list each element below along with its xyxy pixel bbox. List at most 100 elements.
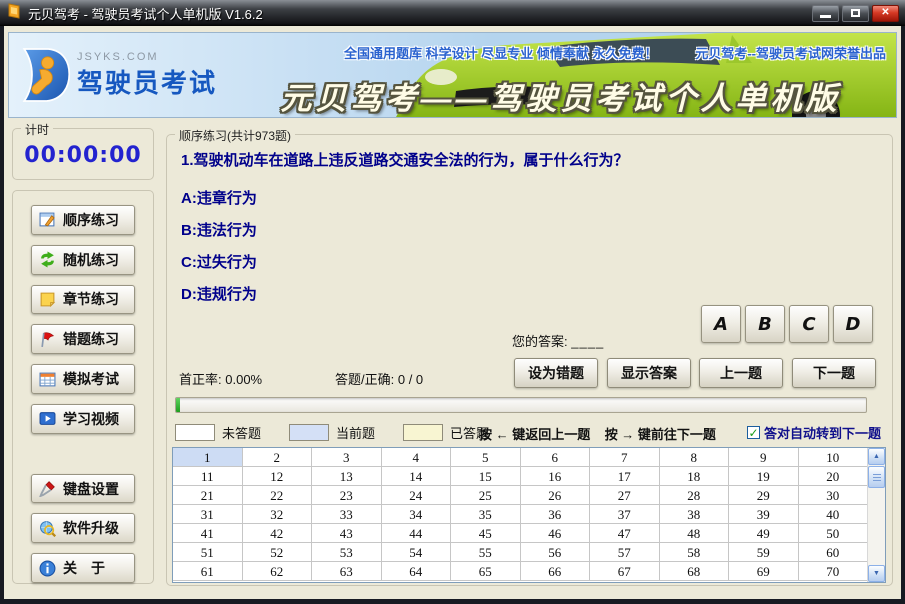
grid-cell-70[interactable]: 70 — [799, 562, 869, 581]
grid-cell-51[interactable]: 51 — [173, 543, 243, 562]
scroll-up-button[interactable]: ▲ — [868, 448, 885, 465]
grid-cell-25[interactable]: 25 — [451, 486, 521, 505]
grid-cell-49[interactable]: 49 — [729, 524, 799, 543]
grid-cell-34[interactable]: 34 — [382, 505, 452, 524]
grid-cell-17[interactable]: 17 — [590, 467, 660, 486]
grid-cell-20[interactable]: 20 — [799, 467, 869, 486]
sidebar-button-mock-exam[interactable]: 模拟考试 — [31, 364, 135, 394]
grid-cell-4[interactable]: 4 — [382, 448, 452, 467]
sidebar-button-study-videos[interactable]: 学习视频 — [31, 404, 135, 434]
sidebar-button-sequential-practice[interactable]: 顺序练习 — [31, 205, 135, 235]
grid-cell-19[interactable]: 19 — [729, 467, 799, 486]
grid-cell-45[interactable]: 45 — [451, 524, 521, 543]
grid-cell-8[interactable]: 8 — [660, 448, 730, 467]
answer-button-d[interactable]: D — [833, 305, 873, 343]
grid-cell-59[interactable]: 59 — [729, 543, 799, 562]
grid-cell-62[interactable]: 62 — [243, 562, 313, 581]
grid-cell-15[interactable]: 15 — [451, 467, 521, 486]
grid-cell-58[interactable]: 58 — [660, 543, 730, 562]
answer-button-b[interactable]: B — [745, 305, 785, 343]
grid-cell-42[interactable]: 42 — [243, 524, 313, 543]
grid-cell-1[interactable]: 1 — [173, 448, 243, 467]
grid-cell-23[interactable]: 23 — [312, 486, 382, 505]
grid-cell-66[interactable]: 66 — [521, 562, 591, 581]
scroll-down-button[interactable]: ▼ — [868, 565, 885, 582]
grid-cell-43[interactable]: 43 — [312, 524, 382, 543]
grid-cell-69[interactable]: 69 — [729, 562, 799, 581]
answer-button-a[interactable]: A — [701, 305, 741, 343]
grid-cell-63[interactable]: 63 — [312, 562, 382, 581]
status-legend: 未答题 当前题 已答题 — [175, 423, 489, 441]
grid-cell-38[interactable]: 38 — [660, 505, 730, 524]
grid-cell-65[interactable]: 65 — [451, 562, 521, 581]
grid-cell-33[interactable]: 33 — [312, 505, 382, 524]
grid-cell-41[interactable]: 41 — [173, 524, 243, 543]
auto-next-checkbox-row[interactable]: ✓ 答对自动转到下一题 — [747, 423, 881, 442]
grid-cell-68[interactable]: 68 — [660, 562, 730, 581]
sidebar-button-wrong-questions[interactable]: 错题练习 — [31, 324, 135, 354]
prev-question-button[interactable]: 上一题 — [699, 358, 783, 388]
sidebar-button-about[interactable]: 关 于 — [31, 553, 135, 583]
titlebar: 元贝驾考 - 驾驶员考试个人单机版 V1.6.2 ✕ — [0, 0, 905, 26]
grid-scrollbar[interactable]: ▲ ▼ — [867, 448, 885, 582]
grid-cell-11[interactable]: 11 — [173, 467, 243, 486]
scrollbar-thumb[interactable] — [868, 466, 885, 488]
grid-cell-32[interactable]: 32 — [243, 505, 313, 524]
grid-cell-7[interactable]: 7 — [590, 448, 660, 467]
grid-cell-27[interactable]: 27 — [590, 486, 660, 505]
close-button[interactable]: ✕ — [872, 5, 899, 22]
grid-cell-64[interactable]: 64 — [382, 562, 452, 581]
sidebar-button-keyboard-settings[interactable]: 键盘设置 — [31, 474, 135, 504]
grid-cell-67[interactable]: 67 — [590, 562, 660, 581]
auto-next-checkbox[interactable]: ✓ — [747, 426, 760, 439]
answer-button-c[interactable]: C — [789, 305, 829, 343]
minimize-button[interactable] — [812, 5, 839, 22]
grid-cell-21[interactable]: 21 — [173, 486, 243, 505]
grid-cell-46[interactable]: 46 — [521, 524, 591, 543]
grid-cell-61[interactable]: 61 — [173, 562, 243, 581]
grid-cell-60[interactable]: 60 — [799, 543, 869, 562]
grid-cell-39[interactable]: 39 — [729, 505, 799, 524]
grid-cell-18[interactable]: 18 — [660, 467, 730, 486]
grid-cell-12[interactable]: 12 — [243, 467, 313, 486]
grid-cell-30[interactable]: 30 — [799, 486, 869, 505]
grid-cell-10[interactable]: 10 — [799, 448, 869, 467]
grid-cell-53[interactable]: 53 — [312, 543, 382, 562]
grid-cell-56[interactable]: 56 — [521, 543, 591, 562]
grid-cell-44[interactable]: 44 — [382, 524, 452, 543]
grid-cell-57[interactable]: 57 — [590, 543, 660, 562]
grid-cell-55[interactable]: 55 — [451, 543, 521, 562]
maximize-button[interactable] — [842, 5, 869, 22]
grid-cell-3[interactable]: 3 — [312, 448, 382, 467]
grid-cell-29[interactable]: 29 — [729, 486, 799, 505]
grid-cell-26[interactable]: 26 — [521, 486, 591, 505]
grid-cell-47[interactable]: 47 — [590, 524, 660, 543]
grid-cell-16[interactable]: 16 — [521, 467, 591, 486]
grid-cell-24[interactable]: 24 — [382, 486, 452, 505]
grid-cell-50[interactable]: 50 — [799, 524, 869, 543]
grid-cell-31[interactable]: 31 — [173, 505, 243, 524]
mark-wrong-button[interactable]: 设为错题 — [514, 358, 598, 388]
sidebar-button-random-practice[interactable]: 随机练习 — [31, 245, 135, 275]
grid-cell-5[interactable]: 5 — [451, 448, 521, 467]
grid-cell-36[interactable]: 36 — [521, 505, 591, 524]
grid-cell-13[interactable]: 13 — [312, 467, 382, 486]
button-label: 软件升级 — [63, 518, 119, 538]
app-logo-icon — [6, 3, 22, 24]
grid-cell-2[interactable]: 2 — [243, 448, 313, 467]
grid-cell-28[interactable]: 28 — [660, 486, 730, 505]
grid-cell-6[interactable]: 6 — [521, 448, 591, 467]
grid-cell-40[interactable]: 40 — [799, 505, 869, 524]
grid-cell-37[interactable]: 37 — [590, 505, 660, 524]
sidebar-button-chapter-practice[interactable]: 章节练习 — [31, 285, 135, 315]
grid-cell-35[interactable]: 35 — [451, 505, 521, 524]
grid-cell-52[interactable]: 52 — [243, 543, 313, 562]
grid-cell-22[interactable]: 22 — [243, 486, 313, 505]
show-answer-button[interactable]: 显示答案 — [607, 358, 691, 388]
grid-cell-9[interactable]: 9 — [729, 448, 799, 467]
grid-cell-54[interactable]: 54 — [382, 543, 452, 562]
grid-cell-48[interactable]: 48 — [660, 524, 730, 543]
sidebar-button-software-upgrade[interactable]: 软件升级 — [31, 513, 135, 543]
grid-cell-14[interactable]: 14 — [382, 467, 452, 486]
next-question-button[interactable]: 下一题 — [792, 358, 876, 388]
